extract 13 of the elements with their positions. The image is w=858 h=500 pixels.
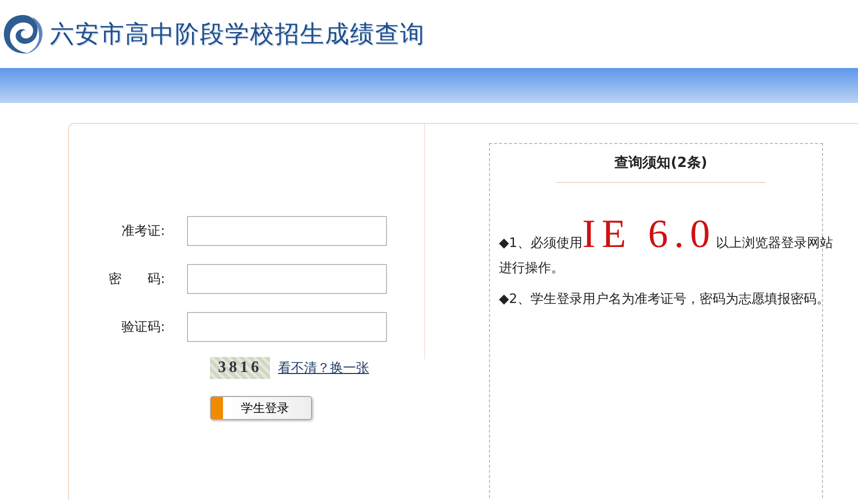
- site-title: 六安市高中阶段学校招生成绩查询: [50, 20, 425, 50]
- input-field[interactable]: [187, 216, 387, 246]
- field-label: 密 码:: [108, 271, 166, 288]
- field-label: 验证码:: [120, 319, 166, 336]
- notice-item: ◆1、必须使用IE 6.0 以上浏览器登录网站进行操作。: [499, 221, 834, 278]
- notice-title: 查询须知(2条): [556, 154, 766, 183]
- captcha-image: 3816: [210, 357, 270, 379]
- login-button[interactable]: 学生登录: [210, 396, 312, 420]
- field-label: 准考证:: [120, 223, 166, 240]
- input-field[interactable]: [187, 264, 387, 294]
- input-field[interactable]: [187, 312, 387, 342]
- notice-item: ◆2、学生登录用户名为准考证号，密码为志愿填报密码。: [499, 291, 830, 309]
- refresh-captcha-link[interactable]: 看不清？换一张: [278, 359, 369, 377]
